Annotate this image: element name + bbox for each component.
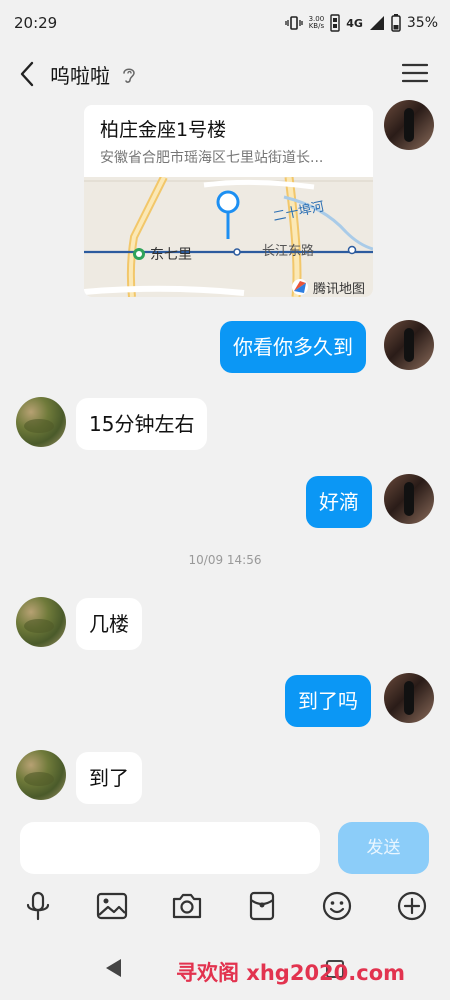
location-address: 安徽省合肥市瑶海区七里站街道长... [100,150,324,166]
hd-icon [330,14,340,32]
location-title: 柏庄金座1号楼 [100,119,227,141]
back-arrow-icon[interactable] [14,58,42,90]
status-icons: 3.00 KB/s 4G 35% [284,12,438,34]
avatar-contact[interactable] [16,597,66,647]
nav-back-icon[interactable] [103,957,123,979]
battery-icon [391,14,401,32]
red-packet-icon[interactable] [246,890,278,922]
message-input[interactable] [20,822,320,874]
message-timestamp: 10/09 14:56 [188,553,262,567]
status-time: 20:29 [14,14,58,32]
avatar-self[interactable] [384,320,434,370]
input-bar: 发送 [0,812,450,882]
map-preview: 东七里 长江东路 二十埠河 腾讯地图 [84,177,373,297]
camera-icon[interactable] [171,890,203,922]
avatar-self[interactable] [384,100,434,150]
signal-icon [369,16,384,30]
plus-icon[interactable] [396,890,428,922]
send-button[interactable]: 发送 [338,822,429,874]
menu-icon[interactable] [402,62,428,84]
battery-level: 35% [406,15,438,31]
avatar-contact[interactable] [16,397,66,447]
status-bar: 20:29 3.00 KB/s 4G 35% [0,0,450,48]
ear-icon[interactable] [120,65,138,85]
net-speed: 3.00 KB/s [308,15,325,30]
message-bubble-incoming[interactable]: 到了 [76,752,142,804]
map-label-station: 东七里 [150,247,192,263]
message-bubble-incoming[interactable]: 15分钟左右 [76,398,208,450]
avatar-contact[interactable] [16,750,66,800]
chat-toolbar [0,882,450,930]
chat-header: 呜啦啦 [0,48,450,100]
image-icon[interactable] [96,890,128,922]
vibrate-icon [284,16,303,30]
map-brand: 腾讯地图 [313,281,365,297]
location-message-card[interactable]: 柏庄金座1号楼 安徽省合肥市瑶海区七里站街道长... 东七里 长江东路 二十埠河… [84,105,373,297]
message-bubble-incoming[interactable]: 几楼 [76,598,142,650]
microphone-icon[interactable] [22,890,54,922]
avatar-self[interactable] [384,673,434,723]
avatar-self[interactable] [384,474,434,524]
message-bubble-outgoing[interactable]: 你看你多久到 [220,321,366,373]
watermark: 寻欢阁 xhg2020.com [176,961,406,985]
network-type: 4G [346,16,363,30]
chat-title: 呜啦啦 [50,64,110,88]
message-bubble-outgoing[interactable]: 好滴 [306,476,372,528]
emoji-icon[interactable] [321,890,353,922]
map-label-road: 长江东路 [262,243,314,259]
message-bubble-outgoing[interactable]: 到了吗 [285,675,371,727]
